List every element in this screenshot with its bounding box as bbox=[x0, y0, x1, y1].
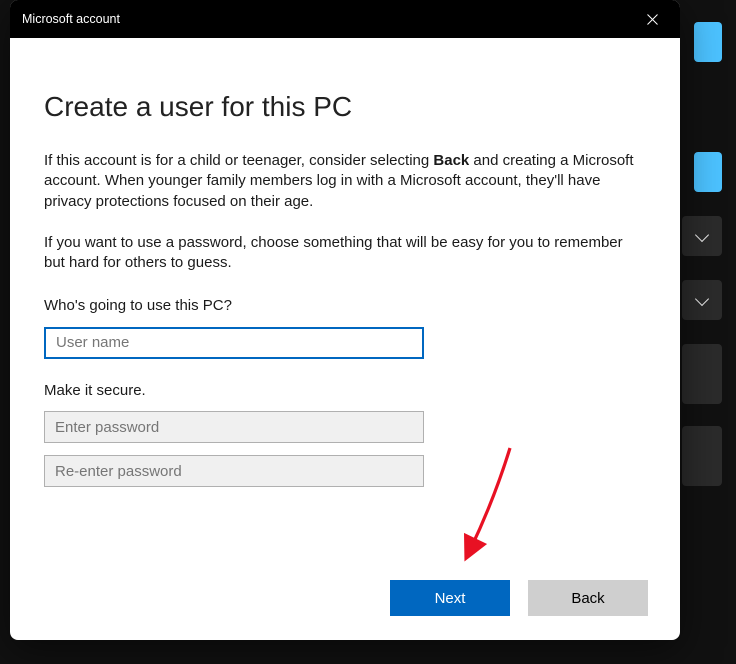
intro-paragraph-2: If you want to use a password, choose so… bbox=[44, 233, 646, 274]
dialog-title: Microsoft account bbox=[22, 12, 630, 26]
background-accent-tile-1 bbox=[694, 22, 722, 62]
username-input[interactable] bbox=[44, 327, 424, 359]
background-panel-2[interactable] bbox=[682, 280, 722, 320]
para1-back-strong: Back bbox=[433, 152, 469, 169]
chevron-down-icon bbox=[695, 291, 709, 305]
next-button[interactable]: Next bbox=[390, 580, 510, 616]
secure-label: Make it secure. bbox=[44, 381, 646, 402]
password-input[interactable] bbox=[44, 411, 424, 443]
chevron-down-icon bbox=[695, 227, 709, 241]
dialog-buttons: Next Back bbox=[390, 580, 648, 616]
background-panel-4[interactable] bbox=[682, 426, 722, 486]
dialog-content: Create a user for this PC If this accoun… bbox=[10, 38, 680, 640]
close-button[interactable] bbox=[630, 4, 674, 34]
background-panel-3[interactable] bbox=[682, 344, 722, 404]
background-panel-1[interactable] bbox=[682, 216, 722, 256]
password-confirm-input[interactable] bbox=[44, 455, 424, 487]
create-user-dialog: Microsoft account Create a user for this… bbox=[10, 0, 680, 640]
dialog-titlebar: Microsoft account bbox=[10, 0, 680, 38]
page-heading: Create a user for this PC bbox=[44, 88, 646, 127]
background-accent-tile-2 bbox=[694, 152, 722, 192]
username-label: Who's going to use this PC? bbox=[44, 296, 646, 317]
back-button[interactable]: Back bbox=[528, 580, 648, 616]
close-icon bbox=[647, 14, 658, 25]
intro-paragraph-1: If this account is for a child or teenag… bbox=[44, 151, 646, 213]
para1-text-pre: If this account is for a child or teenag… bbox=[44, 152, 433, 169]
